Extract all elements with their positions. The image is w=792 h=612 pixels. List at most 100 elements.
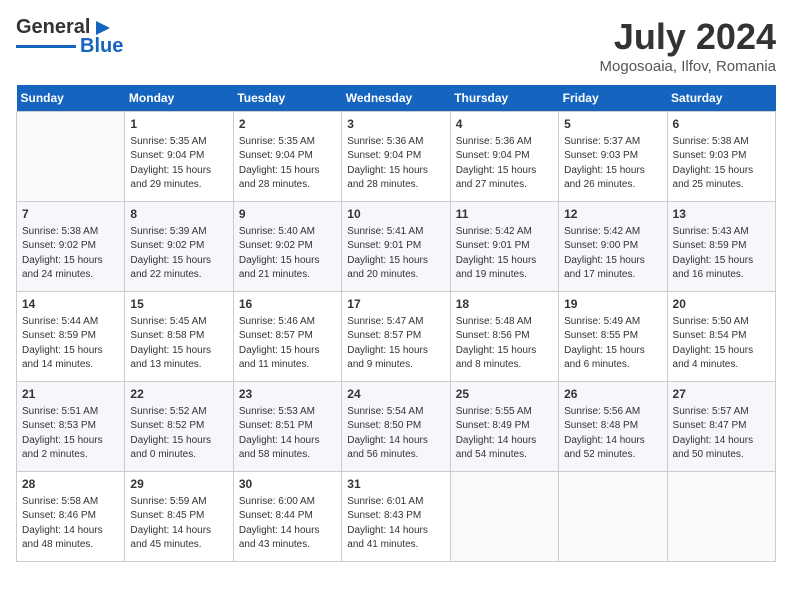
daylight-text: Daylight: 15 hours and 20 minutes. [347,254,444,283]
day-number: 29 [130,476,227,493]
calendar-cell [667,472,775,562]
calendar-cell: 8Sunrise: 5:39 AMSunset: 9:02 PMDaylight… [125,202,233,292]
sunset-text: Sunset: 8:53 PM [22,419,119,434]
day-info: Sunrise: 5:42 AMSunset: 9:01 PMDaylight:… [456,225,553,283]
sunset-text: Sunset: 8:54 PM [673,329,770,344]
sunrise-text: Sunrise: 5:42 AM [564,225,661,240]
calendar-cell: 24Sunrise: 5:54 AMSunset: 8:50 PMDayligh… [342,382,450,472]
calendar-cell: 30Sunrise: 6:00 AMSunset: 8:44 PMDayligh… [233,472,341,562]
sunrise-text: Sunrise: 5:45 AM [130,315,227,330]
day-info: Sunrise: 5:59 AMSunset: 8:45 PMDaylight:… [130,495,227,553]
sunset-text: Sunset: 8:56 PM [456,329,553,344]
day-info: Sunrise: 5:48 AMSunset: 8:56 PMDaylight:… [456,315,553,373]
sunset-text: Sunset: 8:55 PM [564,329,661,344]
col-header-friday: Friday [559,85,667,112]
sunrise-text: Sunrise: 5:54 AM [347,405,444,420]
daylight-text: Daylight: 15 hours and 17 minutes. [564,254,661,283]
day-info: Sunrise: 5:35 AMSunset: 9:04 PMDaylight:… [239,135,336,193]
sunset-text: Sunset: 9:04 PM [347,149,444,164]
daylight-text: Daylight: 15 hours and 11 minutes. [239,344,336,373]
calendar-cell: 15Sunrise: 5:45 AMSunset: 8:58 PMDayligh… [125,292,233,382]
sunrise-text: Sunrise: 5:51 AM [22,405,119,420]
day-info: Sunrise: 5:40 AMSunset: 9:02 PMDaylight:… [239,225,336,283]
calendar-cell [559,472,667,562]
sunset-text: Sunset: 8:48 PM [564,419,661,434]
week-row-2: 7Sunrise: 5:38 AMSunset: 9:02 PMDaylight… [17,202,776,292]
sunrise-text: Sunrise: 5:55 AM [456,405,553,420]
sunrise-text: Sunrise: 5:50 AM [673,315,770,330]
day-number: 11 [456,206,553,223]
daylight-text: Daylight: 15 hours and 2 minutes. [22,434,119,463]
daylight-text: Daylight: 15 hours and 8 minutes. [456,344,553,373]
daylight-text: Daylight: 15 hours and 0 minutes. [130,434,227,463]
day-info: Sunrise: 5:58 AMSunset: 8:46 PMDaylight:… [22,495,119,553]
day-number: 3 [347,116,444,133]
daylight-text: Daylight: 15 hours and 22 minutes. [130,254,227,283]
day-number: 26 [564,386,661,403]
day-info: Sunrise: 5:44 AMSunset: 8:59 PMDaylight:… [22,315,119,373]
col-header-tuesday: Tuesday [233,85,341,112]
day-info: Sunrise: 5:57 AMSunset: 8:47 PMDaylight:… [673,405,770,463]
calendar-cell: 28Sunrise: 5:58 AMSunset: 8:46 PMDayligh… [17,472,125,562]
col-header-sunday: Sunday [17,85,125,112]
sunrise-text: Sunrise: 5:41 AM [347,225,444,240]
calendar-cell: 31Sunrise: 6:01 AMSunset: 8:43 PMDayligh… [342,472,450,562]
calendar-cell: 20Sunrise: 5:50 AMSunset: 8:54 PMDayligh… [667,292,775,382]
calendar-cell: 17Sunrise: 5:47 AMSunset: 8:57 PMDayligh… [342,292,450,382]
logo: General Blue [16,16,123,58]
sunset-text: Sunset: 8:59 PM [22,329,119,344]
day-number: 21 [22,386,119,403]
month-title: July 2024 [600,16,776,58]
sunset-text: Sunset: 8:58 PM [130,329,227,344]
day-number: 30 [239,476,336,493]
daylight-text: Daylight: 14 hours and 41 minutes. [347,524,444,553]
day-number: 9 [239,206,336,223]
calendar-cell: 25Sunrise: 5:55 AMSunset: 8:49 PMDayligh… [450,382,558,472]
calendar-cell: 3Sunrise: 5:36 AMSunset: 9:04 PMDaylight… [342,112,450,202]
daylight-text: Daylight: 15 hours and 6 minutes. [564,344,661,373]
sunrise-text: Sunrise: 5:48 AM [456,315,553,330]
header-row: SundayMondayTuesdayWednesdayThursdayFrid… [17,85,776,112]
sunrise-text: Sunrise: 5:38 AM [22,225,119,240]
calendar-cell: 29 Sunrise: 5:59 AMSunset: 8:45 PMDayligh… [125,472,233,562]
sunset-text: Sunset: 8:57 PM [239,329,336,344]
day-info: Sunrise: 5:50 AMSunset: 8:54 PMDaylight:… [673,315,770,373]
day-number: 14 [22,296,119,313]
calendar-cell: 1Sunrise: 5:35 AMSunset: 9:04 PMDaylight… [125,112,233,202]
col-header-saturday: Saturday [667,85,775,112]
day-info: Sunrise: 5:43 AMSunset: 8:59 PMDaylight:… [673,225,770,283]
calendar-cell: 11 Sunrise: 5:42 AMSunset: 9:01 PMDayligh… [450,202,558,292]
daylight-text: Daylight: 15 hours and 25 minutes. [673,164,770,193]
calendar-cell: 13 Sunrise: 5:43 AMSunset: 8:59 PMDayligh… [667,202,775,292]
sunset-text: Sunset: 9:03 PM [673,149,770,164]
day-number: 2 [239,116,336,133]
sunset-text: Sunset: 9:00 PM [564,239,661,254]
col-header-monday: Monday [125,85,233,112]
day-number: 13 [673,206,770,223]
week-row-5: 28Sunrise: 5:58 AMSunset: 8:46 PMDayligh… [17,472,776,562]
location: Mogosoaia, Ilfov, Romania [600,58,776,75]
day-info: Sunrise: 5:41 AMSunset: 9:01 PMDaylight:… [347,225,444,283]
day-info: Sunrise: 5:51 AMSunset: 8:53 PMDaylight:… [22,405,119,463]
sunrise-text: Sunrise: 5:49 AM [564,315,661,330]
calendar-cell: 22Sunrise: 5:52 AMSunset: 8:52 PMDayligh… [125,382,233,472]
day-info: Sunrise: 5:47 AMSunset: 8:57 PMDaylight:… [347,315,444,373]
daylight-text: Daylight: 15 hours and 16 minutes. [673,254,770,283]
day-number: 31 [347,476,444,493]
sunset-text: Sunset: 8:44 PM [239,509,336,524]
sunset-text: Sunset: 9:02 PM [239,239,336,254]
day-info: Sunrise: 5:53 AMSunset: 8:51 PMDaylight:… [239,405,336,463]
week-row-1: 1 Sunrise: 5:35 AMSunset: 9:04 PMDaylight… [17,112,776,202]
week-row-3: 14 Sunrise: 5:44 AMSunset: 8:59 PMDayligh… [17,292,776,382]
day-info: Sunrise: 5:38 AMSunset: 9:02 PMDaylight:… [22,225,119,283]
day-number: 15 [130,296,227,313]
daylight-text: Daylight: 15 hours and 4 minutes. [673,344,770,373]
sunrise-text: Sunrise: 5:37 AM [564,135,661,150]
daylight-text: Daylight: 14 hours and 48 minutes. [22,524,119,553]
sunrise-text: Sunrise: 5:38 AM [673,135,770,150]
daylight-text: Daylight: 14 hours and 45 minutes. [130,524,227,553]
page-header: General Blue July 2024 Mogosoaia, Ilfov,… [16,16,776,75]
day-number: 1 [130,116,227,133]
daylight-text: Daylight: 14 hours and 56 minutes. [347,434,444,463]
calendar-cell: 21 Sunrise: 5:51 AMSunset: 8:53 PMDayligh… [17,382,125,472]
